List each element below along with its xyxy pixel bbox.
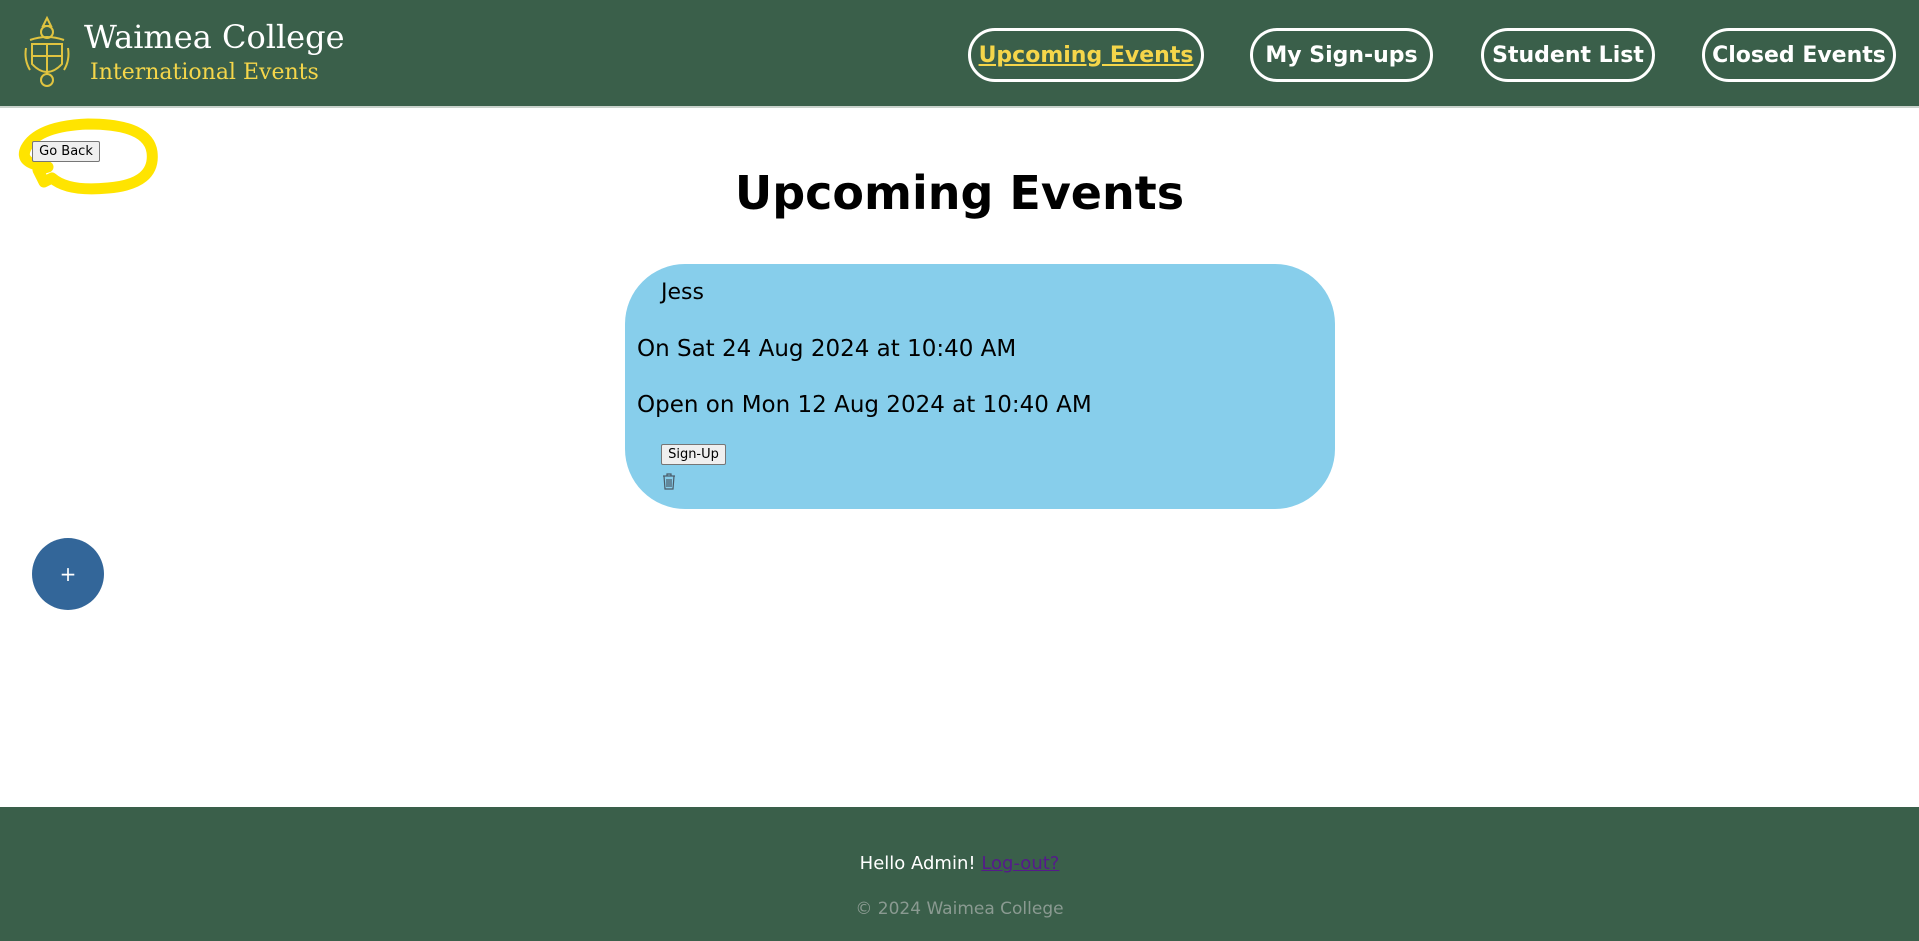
- signup-button[interactable]: Sign-Up: [661, 444, 726, 465]
- event-date: On Sat 24 Aug 2024 at 10:40 AM: [637, 336, 1017, 362]
- copyright: © 2024 Waimea College: [855, 899, 1064, 919]
- event-open-date: Open on Mon 12 Aug 2024 at 10:40 AM: [637, 392, 1092, 418]
- event-name: Jess: [661, 280, 704, 305]
- school-crest-icon: [24, 15, 70, 87]
- trash-icon[interactable]: [662, 472, 676, 490]
- site-footer: Hello Admin! Log-out? © 2024 Waimea Coll…: [0, 807, 1919, 941]
- nav-upcoming-events[interactable]: Upcoming Events: [968, 28, 1204, 82]
- greeting-text: Hello Admin!: [859, 853, 976, 874]
- add-event-button[interactable]: +: [32, 538, 104, 610]
- nav-my-signups[interactable]: My Sign-ups: [1250, 28, 1433, 82]
- event-card: Jess On Sat 24 Aug 2024 at 10:40 AM Open…: [625, 264, 1335, 509]
- nav-student-list[interactable]: Student List: [1481, 28, 1655, 82]
- go-back-button[interactable]: Go Back: [32, 141, 100, 162]
- brand-subtitle: International Events: [90, 60, 319, 85]
- logout-link[interactable]: Log-out?: [981, 853, 1059, 874]
- footer-greeting-line: Hello Admin! Log-out?: [0, 853, 1919, 874]
- page-title: Upcoming Events: [734, 166, 1185, 220]
- brand-title: Waimea College: [84, 18, 345, 56]
- nav-closed-events[interactable]: Closed Events: [1702, 28, 1896, 82]
- page: Waimea College International Events Upco…: [0, 0, 1919, 941]
- site-header: Waimea College International Events Upco…: [0, 0, 1919, 108]
